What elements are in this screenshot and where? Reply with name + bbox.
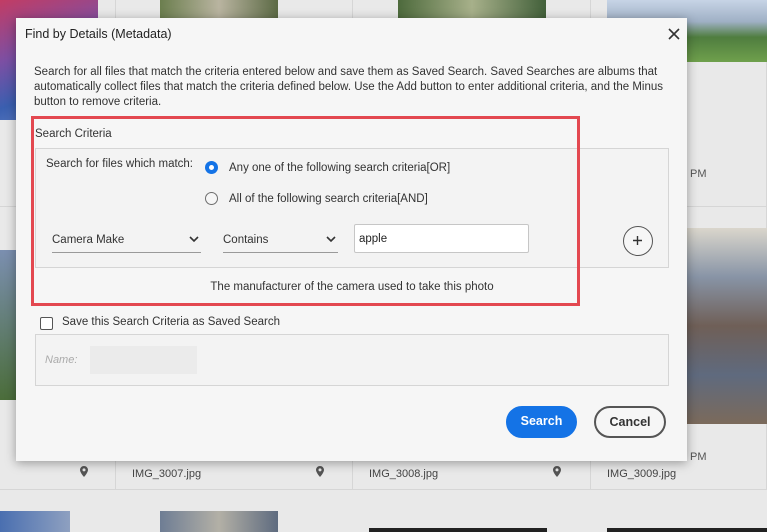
photo-thumbnail[interactable] <box>369 528 547 532</box>
photo-thumbnail[interactable] <box>607 528 767 532</box>
radio-any-label[interactable]: Any one of the following search criteria… <box>229 162 450 174</box>
photo-thumbnail[interactable] <box>160 0 278 18</box>
dialog-description: Search for all files that match the crit… <box>34 66 664 108</box>
find-by-details-dialog: Find by Details (Metadata) Search for al… <box>16 18 687 461</box>
file-name: IMG_3009.jpg <box>607 468 677 480</box>
location-pin-icon <box>80 466 88 477</box>
add-criteria-button[interactable] <box>623 226 653 256</box>
criteria-operator-value: Contains <box>223 234 269 246</box>
photo-thumbnail[interactable] <box>160 511 278 532</box>
chevron-down-icon <box>326 236 336 243</box>
location-pin-icon <box>316 466 324 477</box>
time-suffix: PM <box>690 451 707 463</box>
file-name: IMG_3008.jpg <box>369 468 439 480</box>
time-suffix: PM <box>690 168 707 180</box>
file-name: IMG_3007.jpg <box>132 468 202 480</box>
radio-all-criteria[interactable] <box>205 192 218 205</box>
criteria-field-value: Camera Make <box>52 234 125 246</box>
criteria-value-input[interactable] <box>354 224 529 253</box>
photo-thumbnail[interactable] <box>398 0 546 18</box>
chevron-down-icon <box>189 236 199 243</box>
save-search-label[interactable]: Save this Search Criteria as Saved Searc… <box>62 316 280 328</box>
photo-thumbnail[interactable] <box>0 511 70 532</box>
criteria-hint: The manufacturer of the camera used to t… <box>210 281 494 293</box>
search-criteria-label: Search Criteria <box>35 128 112 140</box>
radio-any-criteria[interactable] <box>205 161 218 174</box>
location-pin-icon <box>553 466 561 477</box>
match-label: Search for files which match: <box>46 158 194 170</box>
photo-thumbnail[interactable] <box>0 250 16 400</box>
save-search-checkbox[interactable] <box>40 317 53 330</box>
criteria-operator-select[interactable]: Contains <box>223 228 338 253</box>
name-input[interactable] <box>90 346 197 374</box>
plus-icon <box>633 236 642 245</box>
dialog-title: Find by Details (Metadata) <box>25 27 172 41</box>
name-label: Name: <box>45 354 78 366</box>
search-button[interactable]: Search <box>506 406 577 438</box>
close-icon[interactable] <box>664 24 684 44</box>
photo-thumbnail[interactable] <box>687 228 767 424</box>
cancel-button[interactable]: Cancel <box>594 406 666 438</box>
criteria-field-select[interactable]: Camera Make <box>52 228 201 253</box>
radio-all-label[interactable]: All of the following search criteria[AND… <box>229 193 428 205</box>
